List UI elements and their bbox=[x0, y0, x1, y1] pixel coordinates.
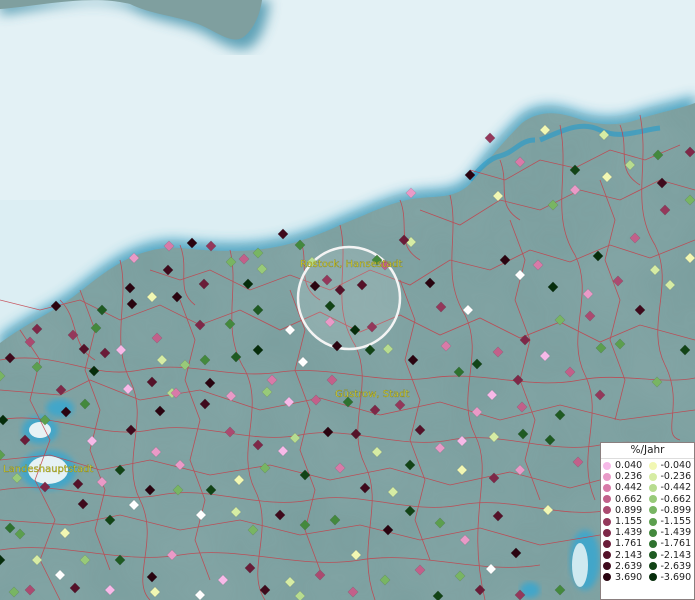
legend-value: -1.761 bbox=[660, 538, 692, 550]
legend-swatch bbox=[648, 573, 657, 582]
legend-row: -3.690 bbox=[648, 571, 695, 583]
legend-swatch bbox=[648, 551, 657, 560]
legend-value: -0.236 bbox=[660, 471, 692, 483]
legend-row: 0.442 bbox=[603, 482, 649, 493]
legend-swatch bbox=[648, 517, 657, 526]
legend-swatch bbox=[648, 472, 657, 481]
label-landeshauptstadt: Landeshauptstadt bbox=[3, 464, 93, 475]
legend-value: -2.639 bbox=[660, 560, 692, 572]
legend-value: 1.439 bbox=[615, 527, 643, 539]
legend-row: -2.143 bbox=[648, 549, 695, 561]
legend-row: 0.899 bbox=[603, 505, 649, 516]
legend-row: 0.662 bbox=[603, 494, 649, 505]
legend-swatch bbox=[603, 551, 611, 560]
legend-row: -0.236 bbox=[648, 471, 695, 483]
legend-value: -3.690 bbox=[660, 571, 692, 583]
legend-swatch bbox=[648, 562, 657, 571]
legend-swatch bbox=[648, 539, 657, 548]
legend-swatch bbox=[603, 495, 611, 504]
legend-row: -0.899 bbox=[648, 504, 695, 516]
legend-row: 3.690 bbox=[603, 572, 649, 583]
legend-positive-column: 0.040 0.236 0.442 0.662 0.899 1.155 1.439 1.761… bbox=[603, 460, 649, 583]
legend-row: -1.439 bbox=[648, 527, 695, 539]
legend-swatch bbox=[648, 506, 657, 515]
legend-value: -1.439 bbox=[660, 527, 692, 539]
legend-value: -2.143 bbox=[660, 549, 692, 561]
legend-row: 2.639 bbox=[603, 561, 649, 572]
legend-title: %/Jahr bbox=[601, 443, 694, 459]
legend-row: -1.761 bbox=[648, 538, 695, 550]
legend-row: 1.155 bbox=[603, 516, 649, 527]
legend-row: 1.761 bbox=[603, 538, 649, 549]
legend-row: -2.639 bbox=[648, 560, 695, 572]
legend-negative-column: -0.040 -0.236 -0.442 -0.662 -0.899 -1.155 -1.4… bbox=[648, 460, 695, 583]
legend-value: 0.236 bbox=[615, 471, 643, 483]
legend-value: 0.040 bbox=[615, 460, 643, 471]
legend-value: 1.155 bbox=[615, 515, 643, 527]
legend-swatch bbox=[603, 483, 611, 492]
legend-value: -0.899 bbox=[660, 504, 692, 516]
legend-row: 0.040 bbox=[603, 460, 649, 471]
legend-value: -0.442 bbox=[660, 482, 692, 494]
legend-swatch bbox=[648, 461, 657, 470]
label-rostock: Rostock, Hansestadt bbox=[300, 259, 402, 270]
label-guestrow: Güstrow, Stadt bbox=[335, 389, 410, 400]
legend-value: 3.690 bbox=[615, 571, 643, 583]
legend-swatch bbox=[648, 528, 657, 537]
legend-swatch bbox=[603, 539, 611, 548]
legend-value: 1.761 bbox=[615, 538, 643, 550]
legend-swatch bbox=[648, 483, 657, 492]
legend-row: -0.442 bbox=[648, 482, 695, 494]
legend-swatch bbox=[603, 562, 611, 571]
legend-value: -0.662 bbox=[660, 493, 692, 505]
legend-swatch bbox=[603, 506, 611, 515]
legend-swatch bbox=[648, 495, 657, 504]
legend-value: 0.899 bbox=[615, 504, 643, 516]
legend-swatch bbox=[603, 517, 611, 526]
legend-value: 0.442 bbox=[615, 482, 643, 494]
legend-value: 2.143 bbox=[615, 549, 643, 561]
legend-row: 1.439 bbox=[603, 527, 649, 538]
legend-row: 0.236 bbox=[603, 471, 649, 482]
legend-swatch bbox=[603, 472, 611, 481]
legend-value: -0.040 bbox=[660, 460, 692, 471]
legend-row: -0.662 bbox=[648, 493, 695, 505]
map-legend: %/Jahr 0.040 0.236 0.442 0.662 0.899 1.155 1.4… bbox=[600, 442, 695, 600]
legend-value: 0.662 bbox=[615, 493, 643, 505]
legend-row: 2.143 bbox=[603, 550, 649, 561]
legend-value: 2.639 bbox=[615, 560, 643, 572]
legend-value: -1.155 bbox=[660, 515, 692, 527]
map-canvas[interactable]: Rostock, Hansestadt Güstrow, Stadt Lande… bbox=[0, 0, 695, 600]
legend-swatch bbox=[603, 573, 611, 582]
legend-swatch bbox=[603, 528, 611, 537]
legend-row: -1.155 bbox=[648, 515, 695, 527]
legend-swatch bbox=[603, 461, 611, 470]
legend-row: -0.040 bbox=[648, 460, 695, 471]
